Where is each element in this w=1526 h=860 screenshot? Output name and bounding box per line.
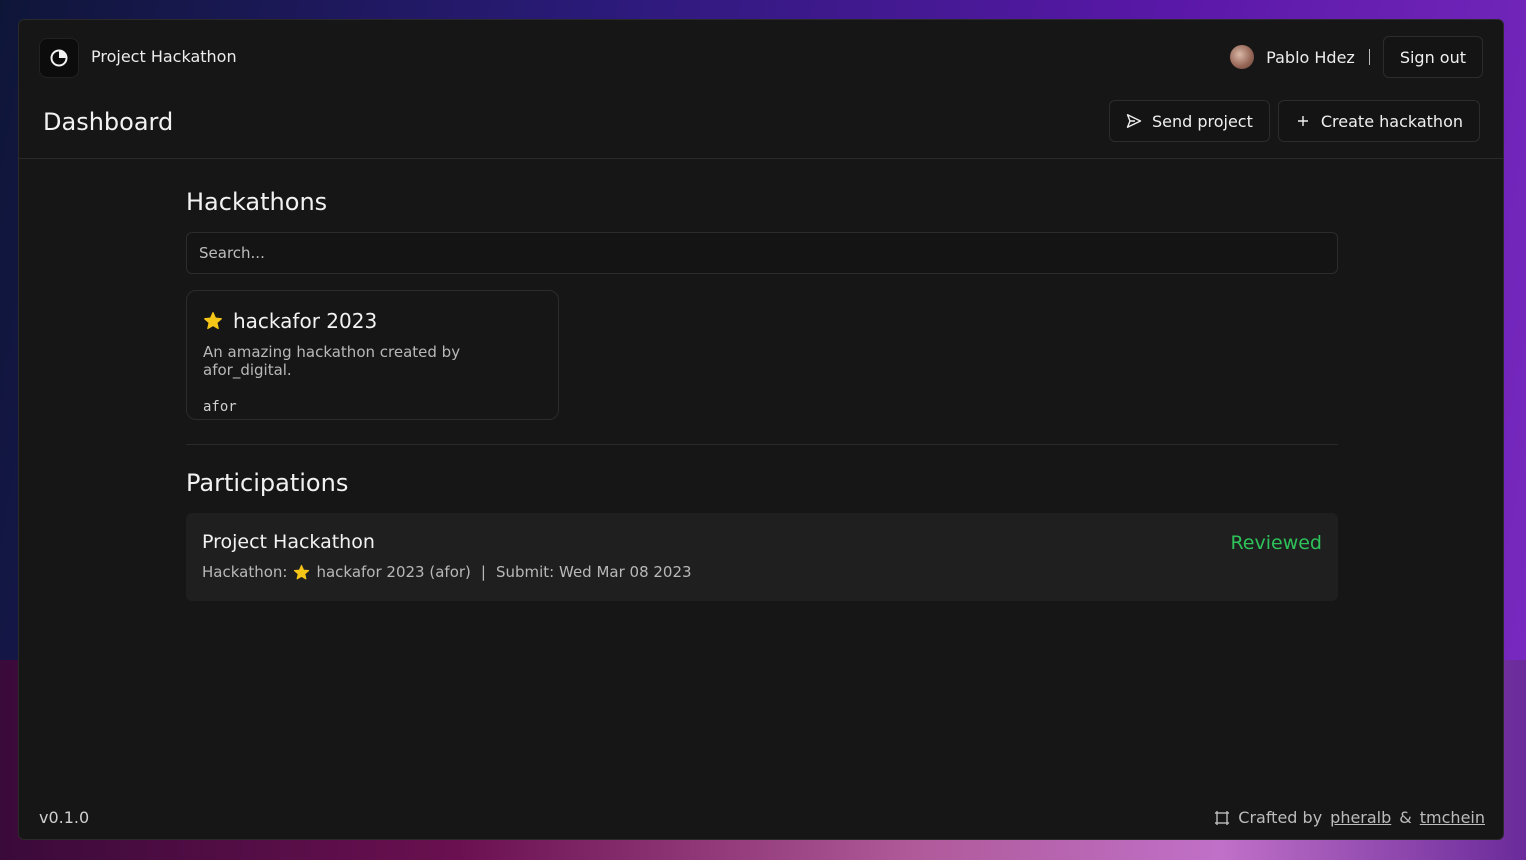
author-link-tmchein[interactable]: tmchein — [1420, 808, 1485, 827]
participations-title: Participations — [186, 469, 349, 497]
send-project-label: Send project — [1151, 111, 1253, 131]
footer-credits: Crafted by pheralb & tmchein — [1214, 808, 1485, 827]
header-actions: Send project Create hackathon — [1108, 100, 1480, 142]
hackathon-description: An amazing hackathon created by afor_dig… — [203, 343, 461, 379]
star-icon — [204, 312, 222, 330]
plus-icon — [1297, 116, 1308, 126]
avatar[interactable] — [1230, 45, 1255, 69]
author-link-pheralb[interactable]: pheralb — [1330, 808, 1391, 827]
participation-row[interactable]: Project Hackathon Hackathon: hackafor 20… — [186, 513, 1338, 601]
app-window: Project Hackathon Pablo Hdez Sign out Da… — [18, 19, 1504, 840]
page-header: Dashboard Send project Create hackathon — [19, 100, 1503, 158]
participation-submit: Submit: Wed Mar 08 2023 — [495, 563, 692, 581]
send-project-button[interactable]: Send project — [1108, 100, 1270, 142]
main-content: Hackathons hackafor 2023 An amazing hack… — [186, 188, 1338, 601]
hackathon-name: hackafor 2023 — [233, 309, 378, 333]
top-bar: Project Hackathon Pablo Hdez Sign out — [19, 20, 1503, 94]
create-hackathon-label: Create hackathon — [1320, 111, 1463, 131]
status-badge: Reviewed — [1230, 532, 1322, 554]
create-hackathon-button[interactable]: Create hackathon — [1277, 100, 1480, 142]
ampersand: & — [1399, 808, 1412, 827]
user-name: Pablo Hdez — [1266, 47, 1355, 67]
hackathon-card[interactable]: hackafor 2023 An amazing hackathon creat… — [186, 290, 559, 420]
hackathon-card-header: hackafor 2023 — [203, 309, 542, 333]
hackathon-tag: afor — [203, 399, 237, 415]
version-label: v0.1.0 — [39, 808, 90, 827]
header-divider — [19, 158, 1503, 159]
sign-out-button[interactable]: Sign out — [1382, 36, 1483, 78]
circle-logo-icon — [50, 49, 68, 67]
hackathon-label: Hackathon: — [202, 563, 288, 581]
hackathons-title: Hackathons — [186, 188, 328, 216]
search-input[interactable] — [186, 232, 1338, 274]
user-separator — [1368, 49, 1370, 65]
user-area: Pablo Hdez Sign out — [1230, 36, 1483, 78]
participation-meta: Hackathon: hackafor 2023 (afor) | Submit… — [202, 563, 1322, 581]
section-divider — [186, 444, 1338, 445]
app-title: Project Hackathon — [91, 47, 237, 66]
crafted-by-label: Crafted by — [1238, 808, 1323, 827]
send-icon — [1126, 114, 1142, 128]
page-title: Dashboard — [43, 108, 174, 136]
star-icon — [294, 564, 310, 579]
participation-project: Project Hackathon — [202, 531, 375, 553]
frame-icon — [1215, 810, 1230, 825]
participation-hackathon-name: hackafor 2023 (afor) — [316, 563, 471, 581]
meta-separator: | — [480, 563, 486, 581]
app-logo[interactable] — [39, 38, 79, 78]
